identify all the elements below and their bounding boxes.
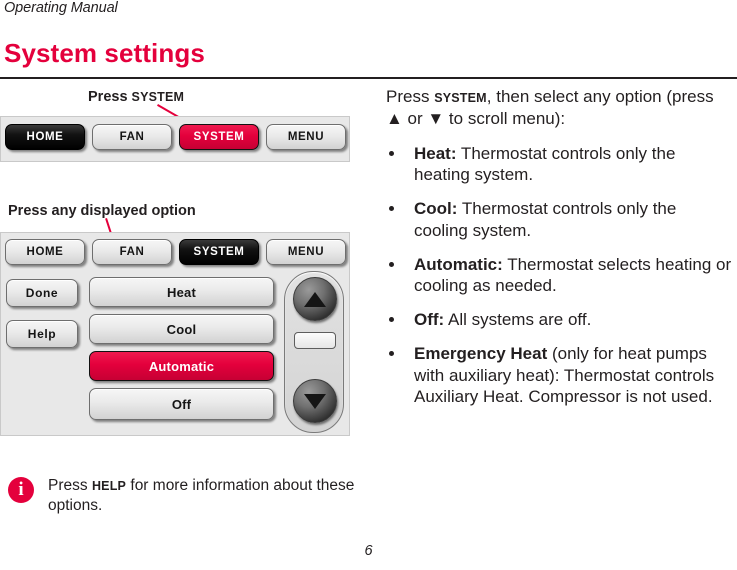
title-rule [0, 77, 737, 79]
scroll-up-button[interactable] [293, 277, 337, 321]
intro-prefix: Press [386, 87, 435, 106]
device2-menu-button[interactable]: MENU [266, 239, 346, 265]
list-item: Heat: Thermostat controls only the heati… [386, 143, 734, 187]
bullet-dot-icon [389, 317, 394, 322]
device1-fan-button[interactable]: FAN [92, 124, 172, 150]
triangle-down-icon [304, 393, 326, 409]
scroll-down-button[interactable] [293, 379, 337, 423]
device2-fan-button[interactable]: FAN [92, 239, 172, 265]
device2-help-button[interactable]: Help [6, 320, 78, 348]
device1-home-button[interactable]: HOME [5, 124, 85, 150]
scroll-position-indicator [294, 332, 336, 349]
device1-menu-button[interactable]: MENU [266, 124, 346, 150]
list-item: Emergency Heat (only for heat pumps with… [386, 343, 734, 408]
bullet-term: Automatic: [414, 254, 503, 274]
running-header: Operating Manual [4, 0, 118, 16]
bullet-term: Heat: [414, 143, 457, 163]
bullet-text: All systems are off. [444, 310, 592, 329]
triangle-up-icon [304, 291, 326, 307]
bullet-term: Emergency Heat [414, 343, 548, 363]
list-item: Off: All systems are off. [386, 309, 734, 331]
info-icon: i [8, 477, 34, 503]
thermostat-screen-2: HOME FAN SYSTEM MENU Done Help Heat Cool… [0, 232, 350, 436]
caption-press-system-prefix: Press [88, 89, 132, 105]
list-item: Automatic: Thermostat selects heating or… [386, 254, 734, 298]
instructions-column: Press SYSTEM, then select any option (pr… [386, 86, 734, 420]
bullet-dot-icon [389, 206, 394, 211]
page-number: 6 [364, 543, 373, 559]
bullet-term: Off: [414, 310, 445, 329]
help-note: i Press HELP for more information about … [8, 476, 368, 516]
list-item: Cool: Thermostat controls only the cooli… [386, 198, 734, 242]
thermostat-screen-1: HOME FAN SYSTEM MENU [0, 116, 350, 162]
caption-press-system: Press SYSTEM [88, 89, 184, 105]
device2-option-cool[interactable]: Cool [89, 314, 274, 344]
system-option-list: Heat: Thermostat controls only the heati… [386, 143, 734, 409]
caption-press-any-option: Press any displayed option [8, 203, 196, 219]
intro-paragraph: Press SYSTEM, then select any option (pr… [386, 86, 734, 130]
page-title: System settings [4, 38, 205, 68]
help-note-key: HELP [91, 479, 127, 493]
device1-system-button[interactable]: SYSTEM [179, 124, 259, 150]
device2-option-off[interactable]: Off [89, 388, 274, 420]
help-note-prefix: Press [48, 477, 92, 494]
bullet-term: Cool: [414, 199, 458, 218]
caption-press-system-key: SYSTEM [131, 90, 185, 104]
bullet-dot-icon [389, 261, 394, 267]
device2-option-automatic[interactable]: Automatic [89, 351, 274, 381]
device2-home-button[interactable]: HOME [5, 239, 85, 265]
help-note-text: Press HELP for more information about th… [48, 476, 368, 516]
device2-done-button[interactable]: Done [6, 279, 78, 307]
bullet-dot-icon [389, 350, 394, 356]
device2-system-button[interactable]: SYSTEM [179, 239, 259, 265]
intro-system-key: SYSTEM [434, 91, 487, 105]
device2-option-heat[interactable]: Heat [89, 277, 274, 307]
bullet-dot-icon [389, 150, 394, 156]
